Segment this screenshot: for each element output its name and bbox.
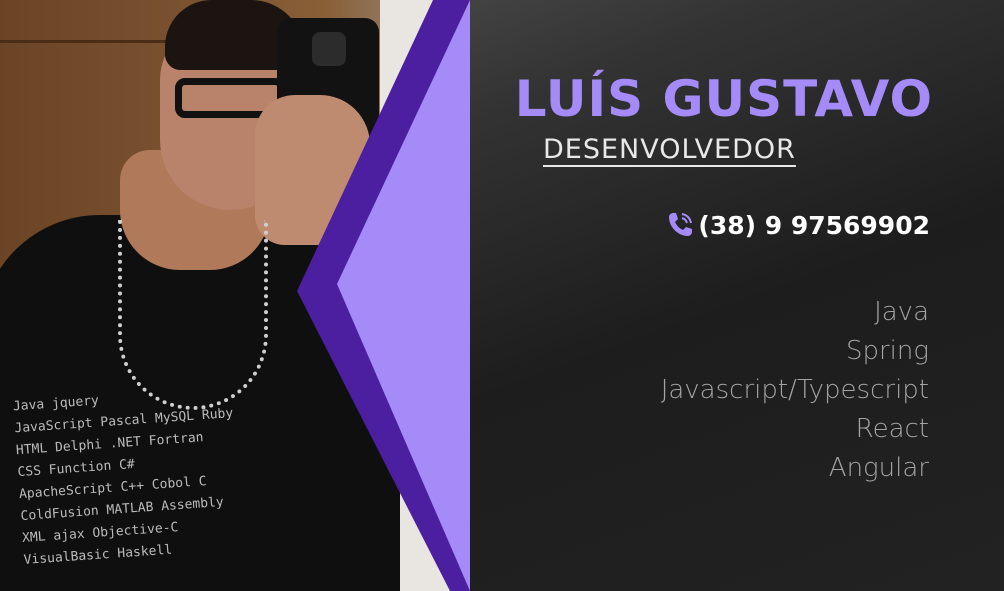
skill-item: Javascript/Typescript: [660, 375, 929, 405]
job-title: DESENVOLVEDOR: [543, 134, 796, 165]
person-name: LUÍS GUSTAVO: [514, 70, 933, 128]
phone-contact[interactable]: (38) 9 97569902: [664, 209, 930, 241]
phone-number: (38) 9 97569902: [698, 210, 930, 240]
skill-item: React: [855, 414, 929, 444]
skill-item: Java: [874, 297, 929, 327]
phone-call-icon: [669, 213, 693, 236]
skill-item: Spring: [845, 336, 929, 366]
skills-list: Java Spring Javascript/Typescript React …: [661, 293, 929, 488]
skill-item: Angular: [828, 453, 929, 483]
business-card: Java jquery JavaScript Pascal MySQL Ruby…: [0, 0, 1004, 591]
